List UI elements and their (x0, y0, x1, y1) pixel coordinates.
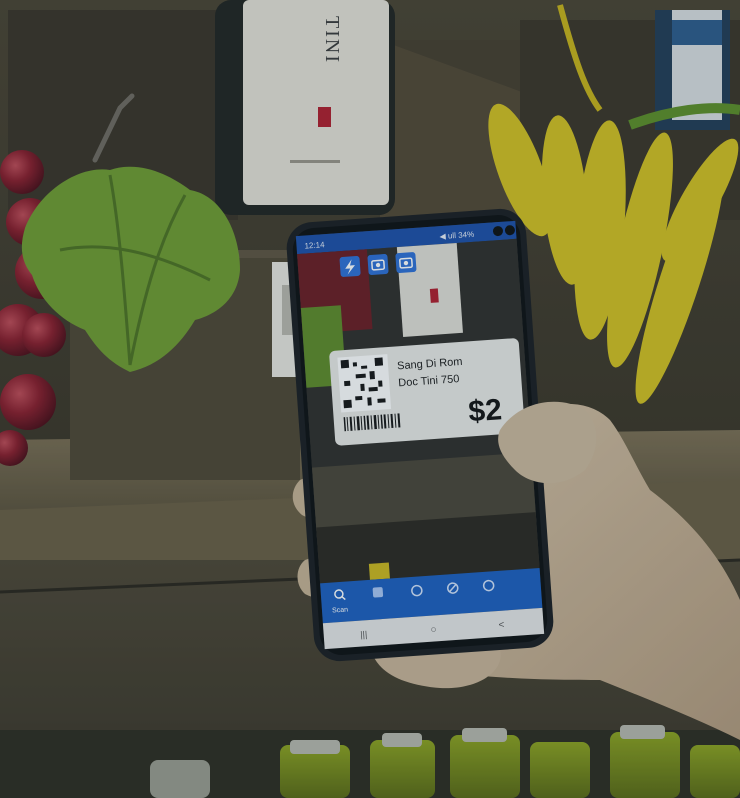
product-photo: TINI 12:14 ◀ ull 34% Sang Di Rom Doc Tin… (0, 0, 740, 798)
scene-illustration: TINI 12:14 ◀ ull 34% Sang Di Rom Doc Tin… (0, 0, 740, 798)
